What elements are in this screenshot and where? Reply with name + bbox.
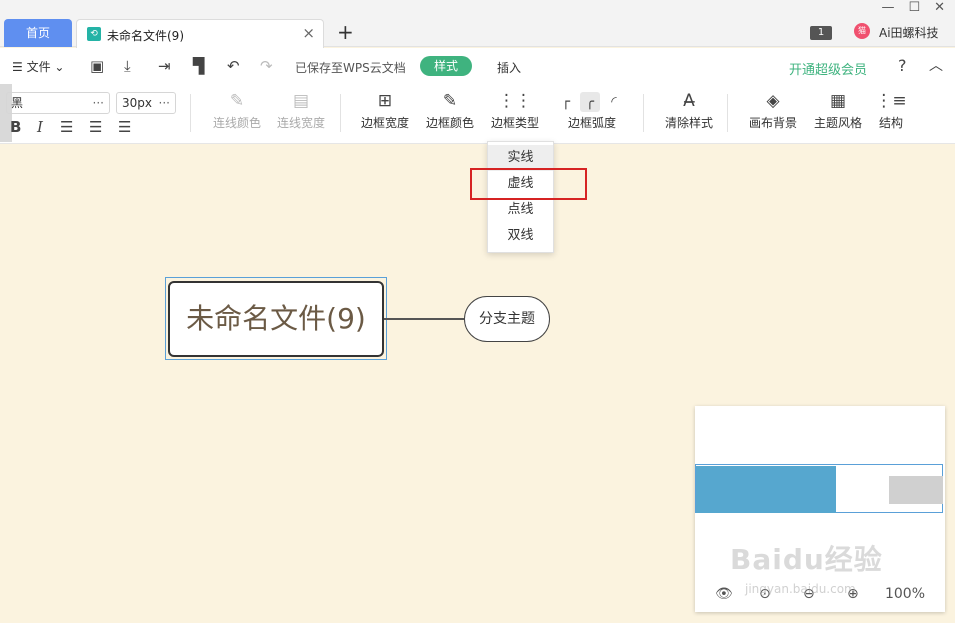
tab-style[interactable]: 样式	[420, 56, 472, 76]
divider	[727, 94, 728, 132]
more-icon: ···	[92, 96, 104, 110]
border-width-label: 边框宽度	[360, 116, 409, 130]
tab-insert[interactable]: 插入	[497, 59, 521, 76]
paint-bucket-icon: ◈	[766, 91, 780, 111]
eye-icon[interactable]: 👁	[715, 586, 733, 602]
font-size-select[interactable]: 30px ···	[116, 92, 176, 114]
canvas-background-button[interactable]: ◈ 画布背景	[748, 84, 798, 131]
window-badge[interactable]: 1	[810, 26, 832, 40]
bold-icon[interactable]: B	[10, 118, 21, 136]
border-width-icon: ⊞	[377, 91, 393, 111]
avatar[interactable]: 猫	[854, 23, 870, 39]
corner-round-icon[interactable]: ◜	[604, 92, 624, 112]
tab-home[interactable]: 首页	[4, 19, 72, 47]
clear-style-button[interactable]: A̶ 清除样式	[664, 84, 714, 131]
border-type-button[interactable]: ⋮⋮ 边框类型	[490, 84, 540, 131]
menu-icon: ☰	[12, 60, 27, 74]
more-icon: ···	[158, 96, 170, 110]
border-color-label: 边框颜色	[425, 116, 474, 130]
chevron-up-icon[interactable]: ︿	[929, 55, 943, 75]
border-type-icon: ⋮⋮	[498, 91, 532, 111]
align-center-icon[interactable]: ☰	[89, 118, 102, 136]
clear-style-icon: A̶	[683, 91, 695, 111]
theme-style-button[interactable]: ▦ 主题风格	[813, 84, 863, 131]
border-color-button[interactable]: ✎ 边框颜色	[425, 84, 475, 131]
watermark-logo: Baidu经验	[730, 543, 883, 576]
mindmap-doc-icon: ⟲	[87, 27, 101, 41]
align-left-icon[interactable]: ☰	[60, 118, 73, 136]
tab-document[interactable]: ⟲ 未命名文件(9) ×	[76, 19, 324, 48]
minimize-icon[interactable]: —	[881, 0, 894, 15]
option-dotted[interactable]: 点线	[488, 197, 553, 223]
border-radius-options: ┌ ╭ ◜	[556, 92, 624, 112]
minimap-root-topic	[696, 466, 836, 513]
option-double[interactable]: 双线	[488, 223, 553, 249]
watermark-url: jingyan.baidu.com	[745, 582, 856, 596]
border-color-icon: ✎	[442, 91, 458, 111]
redo-icon[interactable]: ↷	[260, 57, 273, 75]
vip-link[interactable]: 开通超级会员	[789, 59, 867, 78]
structure-label: 结构	[878, 116, 903, 130]
tab-bar: 首页 ⟲ 未命名文件(9) × + — ☐ ✕ 1 猫 Ai田螺科技	[0, 0, 955, 48]
font-family-value: 黑	[11, 96, 24, 110]
branch-topic[interactable]: 分支主题	[464, 296, 550, 342]
style-toolbar: 黑 ··· 30px ··· B I ☰ ☰ ☰ ✎ 连线颜色 ▤ 连线宽度 ⊞ 边框宽度…	[0, 84, 955, 144]
font-size-value: 30px	[122, 96, 152, 110]
border-radius-label-wrap: 边框弧度	[567, 114, 617, 131]
clear-style-label: 清除样式	[664, 116, 713, 130]
download-icon[interactable]: ⤓	[124, 57, 131, 75]
border-type-label: 边框类型	[490, 116, 539, 130]
minimap-branch-topic	[889, 476, 943, 504]
window-close-icon[interactable]: ✕	[934, 0, 945, 15]
line-width-button[interactable]: ▤ 连线宽度	[276, 84, 326, 131]
corner-rounded-icon[interactable]: ╭	[580, 92, 600, 112]
branch-connector	[384, 318, 464, 320]
saved-status: 已保存至WPS云文档	[295, 61, 406, 75]
border-width-button[interactable]: ⊞ 边框宽度	[360, 84, 410, 131]
line-width-icon: ▤	[292, 91, 310, 111]
divider	[190, 94, 191, 132]
maximize-icon[interactable]: ☐	[908, 0, 920, 15]
line-color-button[interactable]: ✎ 连线颜色	[212, 84, 262, 131]
line-width-label: 连线宽度	[276, 116, 325, 130]
divider	[643, 94, 644, 132]
window-controls: — ☐ ✕	[881, 0, 945, 15]
line-color-icon: ✎	[229, 91, 245, 111]
canvas-background-label: 画布背景	[748, 116, 797, 130]
menu-bar: ☰ 文件 ⌄ ▣ ⤓ ⇥ ▜ ↶ ↷ 已保存至WPS云文档 样式 插入 开通超级…	[0, 48, 955, 84]
structure-button[interactable]: ⋮≡ 结构	[873, 84, 909, 131]
close-icon[interactable]: ×	[302, 24, 315, 42]
format-painter-icon[interactable]: ▜	[193, 57, 205, 75]
italic-icon[interactable]: I	[37, 118, 43, 136]
root-topic[interactable]: 未命名文件(9)	[168, 281, 384, 357]
tab-document-title: 未命名文件(9)	[107, 29, 184, 43]
chevron-down-icon: ⌄	[50, 60, 65, 74]
file-menu-label: 文件	[26, 60, 51, 74]
save-icon[interactable]: ▣	[90, 57, 104, 75]
file-menu[interactable]: ☰ 文件 ⌄	[12, 58, 64, 75]
export-icon[interactable]: ⇥	[158, 57, 171, 75]
zoom-level: 100%	[884, 586, 925, 602]
line-color-label: 连线颜色	[212, 116, 261, 130]
divider	[340, 94, 341, 132]
structure-icon: ⋮≡	[875, 91, 907, 111]
help-icon[interactable]: ?	[898, 56, 907, 75]
corner-square-icon[interactable]: ┌	[556, 92, 576, 112]
undo-icon[interactable]: ↶	[227, 57, 240, 75]
theme-icon: ▦	[829, 91, 847, 111]
user-name[interactable]: Ai田螺科技	[879, 24, 939, 41]
font-family-select[interactable]: 黑 ···	[6, 92, 110, 114]
theme-style-label: 主题风格	[813, 116, 862, 130]
border-radius-label: 边框弧度	[567, 116, 616, 130]
highlight-annotation	[470, 168, 587, 200]
align-right-icon[interactable]: ☰	[118, 118, 131, 136]
new-tab-icon[interactable]: +	[337, 20, 354, 44]
